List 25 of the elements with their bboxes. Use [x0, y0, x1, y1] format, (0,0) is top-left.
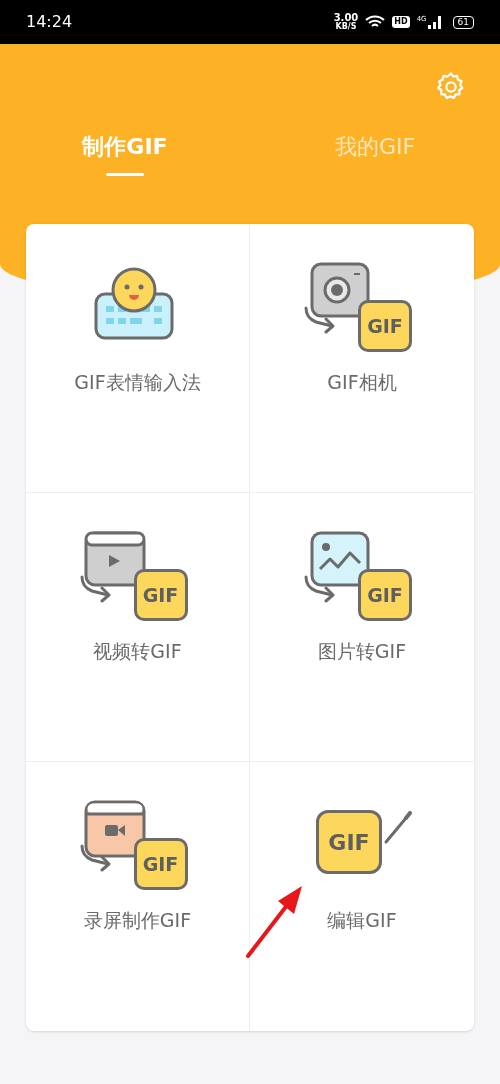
feature-button[interactable]: GIF [302, 529, 422, 625]
wifi-icon [365, 15, 386, 29]
feature-label: GIF表情输入法 [74, 370, 201, 395]
status-time: 14:24 [26, 11, 73, 33]
feature-button[interactable]: GIF [302, 798, 422, 894]
feature-button[interactable]: GIF [302, 260, 422, 356]
feature-label: 视频转GIF [93, 639, 182, 664]
feature-label: GIF相机 [327, 370, 397, 395]
feature-button[interactable]: GIF [77, 529, 198, 625]
feature-label: 图片转GIF [317, 639, 407, 664]
signal-icon [427, 15, 442, 29]
hd-badge: HD [392, 16, 410, 28]
feature-button[interactable]: GIF [77, 798, 198, 894]
feature-label: 录屏制作GIF [83, 908, 192, 933]
speed-unit: KB/S [335, 23, 357, 31]
gif-badge: GIF [316, 810, 382, 874]
battery-level: 61 [452, 15, 474, 29]
feature-label: 编辑GIF [327, 908, 397, 933]
pencil-icon [384, 811, 412, 844]
gif-badge: GIF [133, 838, 188, 890]
gif-badge: GIF [358, 300, 412, 352]
gif-badge: GIF [133, 569, 188, 621]
gif-badge: GIF [358, 569, 412, 621]
keyboard-smiley-icon [93, 267, 174, 340]
network-speed: 3.00 [333, 13, 359, 23]
